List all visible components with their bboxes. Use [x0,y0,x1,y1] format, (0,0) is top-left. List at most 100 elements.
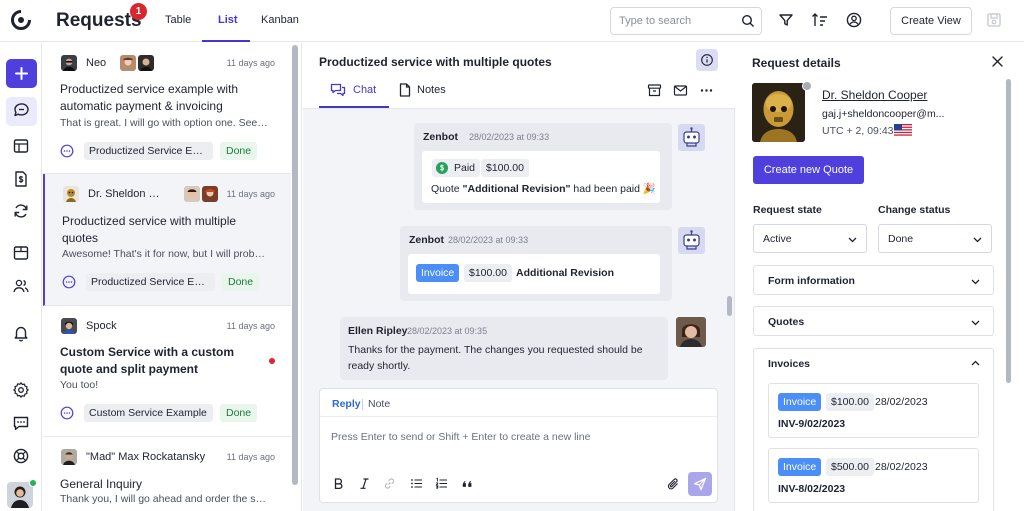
chat-icon [330,83,346,97]
search-input[interactable] [619,14,735,28]
box-icon[interactable] [12,244,30,262]
save-icon[interactable] [986,12,1002,28]
italic-icon[interactable] [358,477,371,490]
change-status-label: Change status [878,204,951,216]
paid-label: Paid [454,162,476,174]
chat-header: Productized service with multiple quotes… [303,43,735,109]
more-icon[interactable] [699,83,714,98]
tab-reply[interactable]: Reply [332,398,361,410]
request-title: General Inquiry [60,477,143,491]
info-icon[interactable] [696,49,718,71]
invoice-date: 28/02/2023 [875,461,928,473]
section-label: Form information [768,275,855,287]
contact-name-link[interactable]: Dr. Sheldon Cooper [822,88,927,102]
request-state-select[interactable]: Active [753,224,867,253]
bullet-list-icon[interactable] [410,477,423,490]
chat-message: Zenbot 28/02/2023 at 09:33 Paid $100.00 … [414,123,672,210]
mail-icon[interactable] [673,83,688,98]
search-box[interactable] [610,7,762,35]
change-status-value: Done [888,233,914,245]
list-item[interactable]: Dr. Sheldon Cooper 11 days ago Productiz… [43,174,291,306]
paperclip-icon[interactable] [667,477,680,491]
amount-chip: $500.00 [826,458,874,476]
form-information-section[interactable]: Form information [753,265,994,295]
tab-list[interactable]: List [218,14,238,26]
help-buoy-icon[interactable] [12,447,30,465]
amount-chip: $100.00 [464,264,512,282]
invoice-card[interactable]: Invoice $100.00 Additional Revision [408,254,660,294]
chevron-down-icon [970,317,981,328]
status-badge: Done [220,142,258,160]
list-item[interactable]: "Mad" Max Rockatansky 11 days ago Genera… [43,437,291,511]
service-chip: Productized Service Example [84,142,213,160]
bold-icon[interactable] [332,477,345,490]
request-list: Neo 11 days ago Productized service exam… [43,43,302,511]
tab-chat[interactable]: Chat [353,84,376,96]
refresh-icon[interactable] [12,202,30,220]
tab-kanban[interactable]: Kanban [261,14,299,26]
create-view-button[interactable]: Create View [890,7,972,35]
tab-table[interactable]: Table [165,14,191,26]
message-time: 28/02/2023 at 09:33 [469,132,550,142]
search-icon[interactable] [741,14,755,28]
requester-name: "Mad" Max Rockatansky [86,451,206,463]
logo-icon[interactable] [10,9,32,31]
list-item[interactable]: Spock 11 days ago Custom Service with a … [43,306,291,437]
chat-scrollbar[interactable] [727,296,732,316]
list-scrollbar[interactable] [292,45,298,485]
avatar [184,186,200,202]
us-flag-icon [894,124,912,136]
contact-timezone: UTC + 2, 09:43 [822,125,894,137]
quote-icon[interactable] [461,477,474,490]
chevron-down-icon [847,234,858,245]
request-title: Productized service with multiple quotes [62,214,237,245]
numbered-list-icon[interactable] [435,477,448,490]
service-chip: Custom Service Example [84,404,213,422]
invoices-section: Invoices Invoice $100.00 28/02/2023 INV-… [753,348,994,511]
contact-avatar [752,83,805,142]
sidebar-item-chat[interactable] [6,97,37,126]
archive-icon[interactable] [647,83,662,98]
invoice-card[interactable]: Invoice $500.00 28/02/2023 INV-8/02/2023 [768,448,979,503]
gear-icon[interactable] [12,381,30,399]
section-label[interactable]: Invoices [768,358,810,370]
list-item[interactable]: Neo 11 days ago Productized service exam… [43,43,291,174]
avatar [61,318,77,334]
document-dollar-icon[interactable] [12,170,30,188]
invoice-label: Additional Revision [516,267,615,279]
message-input[interactable] [331,429,701,445]
filter-icon[interactable] [778,12,794,28]
service-icon [60,406,74,420]
invoice-chip: Invoice [778,458,822,476]
users-icon[interactable] [12,277,30,295]
top-bar: Requests 1 Table List Kanban Create View [0,0,1024,42]
status-badge: Done [222,273,260,291]
close-icon[interactable] [991,55,1004,68]
divider [362,399,363,410]
bell-icon[interactable] [12,324,30,342]
tab-note[interactable]: Note [368,398,390,410]
request-state-label: Request state [753,204,822,216]
create-quote-button[interactable]: Create new Quote [753,156,864,184]
avatar[interactable] [7,482,33,508]
divider [320,416,717,417]
sort-icon[interactable] [811,12,828,28]
online-status-dot [29,479,37,487]
details-scrollbar[interactable] [1006,79,1011,383]
send-button[interactable] [688,472,712,496]
request-state-value: Active [763,233,792,245]
quotes-section[interactable]: Quotes [753,306,994,336]
change-status-select[interactable]: Done [878,224,992,253]
user-circle-icon[interactable] [846,12,862,28]
active-tab-indicator [202,40,250,42]
requester-name: Neo [86,57,107,69]
invoice-card[interactable]: Invoice $100.00 28/02/2023 INV-9/02/2023 [768,383,979,438]
tab-notes[interactable]: Notes [417,84,446,96]
chevron-up-icon[interactable] [970,358,981,369]
link-icon[interactable] [383,477,396,490]
add-button[interactable] [6,59,37,88]
avatar [676,317,706,347]
table-icon[interactable] [12,137,30,155]
request-title: Custom Service with a custom quote and s… [60,345,235,376]
message-square-icon[interactable] [12,414,30,432]
